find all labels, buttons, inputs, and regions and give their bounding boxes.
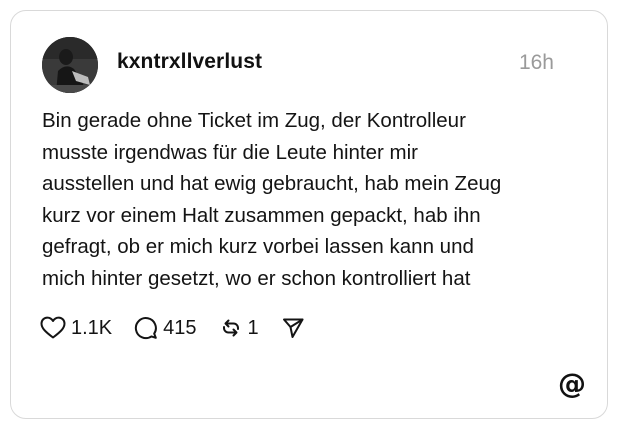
action-bar: 1.1K 415 1 — [40, 313, 327, 343]
threads-logo-icon: @ — [558, 366, 586, 400]
speech-bubble-icon — [134, 316, 158, 340]
heart-icon — [40, 316, 66, 340]
like-button[interactable]: 1.1K — [40, 316, 112, 340]
repost-icon — [219, 316, 243, 340]
reply-count: 415 — [163, 316, 197, 339]
username[interactable]: kxntrxllverlust — [117, 50, 262, 74]
avatar[interactable] — [42, 37, 98, 93]
avatar-image — [42, 37, 98, 93]
post-body-text: Bin gerade ohne Ticket im Zug, der Kontr… — [42, 109, 502, 290]
repost-button[interactable]: 1 — [219, 316, 259, 340]
reply-button[interactable]: 415 — [134, 316, 197, 340]
share-button[interactable] — [281, 316, 305, 340]
timestamp: 16h — [518, 51, 554, 74]
repost-count: 1 — [247, 316, 259, 339]
send-icon — [281, 316, 305, 340]
post-card: kxntrxllverlust 16h Bin gerade ohne Tick… — [10, 10, 608, 419]
like-count: 1.1K — [71, 316, 113, 339]
